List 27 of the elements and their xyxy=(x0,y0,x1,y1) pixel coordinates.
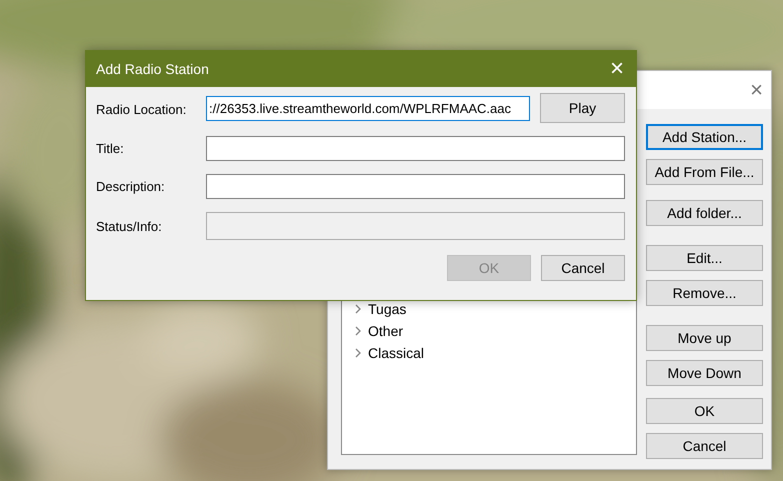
tree-item[interactable]: Other xyxy=(368,323,404,339)
button[interactable]: Edit... xyxy=(646,245,763,271)
close-button[interactable]: × xyxy=(750,79,763,101)
expand-chevron-icon[interactable] xyxy=(354,326,362,336)
cancel-button[interactable]: Cancel xyxy=(541,255,625,281)
input-field[interactable] xyxy=(206,174,625,199)
input-field[interactable] xyxy=(206,136,625,161)
close-button[interactable]: × xyxy=(610,57,624,81)
field-label: Radio Location: xyxy=(96,102,188,117)
field-label: Title: xyxy=(96,141,125,156)
button[interactable]: Move up xyxy=(646,325,763,351)
field-label: Description: xyxy=(96,179,166,194)
button[interactable]: Remove... xyxy=(646,280,763,306)
window-title: Add Radio Station xyxy=(96,61,209,77)
expand-chevron-icon[interactable] xyxy=(354,304,362,314)
field-label: Status/Info: xyxy=(96,218,163,234)
play-button[interactable]: Play xyxy=(540,93,625,123)
button[interactable]: Cancel xyxy=(646,433,763,459)
button[interactable]: Add Station... xyxy=(646,124,763,150)
button[interactable]: OK xyxy=(646,398,763,424)
button[interactable]: Add From File... xyxy=(646,159,763,185)
tree-item[interactable]: Tugas xyxy=(368,301,406,317)
button[interactable]: Add folder... xyxy=(646,200,763,226)
button[interactable]: Move Down xyxy=(646,360,763,386)
input-field[interactable]: ://26353.live.streamtheworld.com/WPLRFMAAC.aac xyxy=(206,96,530,121)
tree-item[interactable]: Classical xyxy=(368,345,424,361)
expand-chevron-icon[interactable] xyxy=(354,348,362,358)
